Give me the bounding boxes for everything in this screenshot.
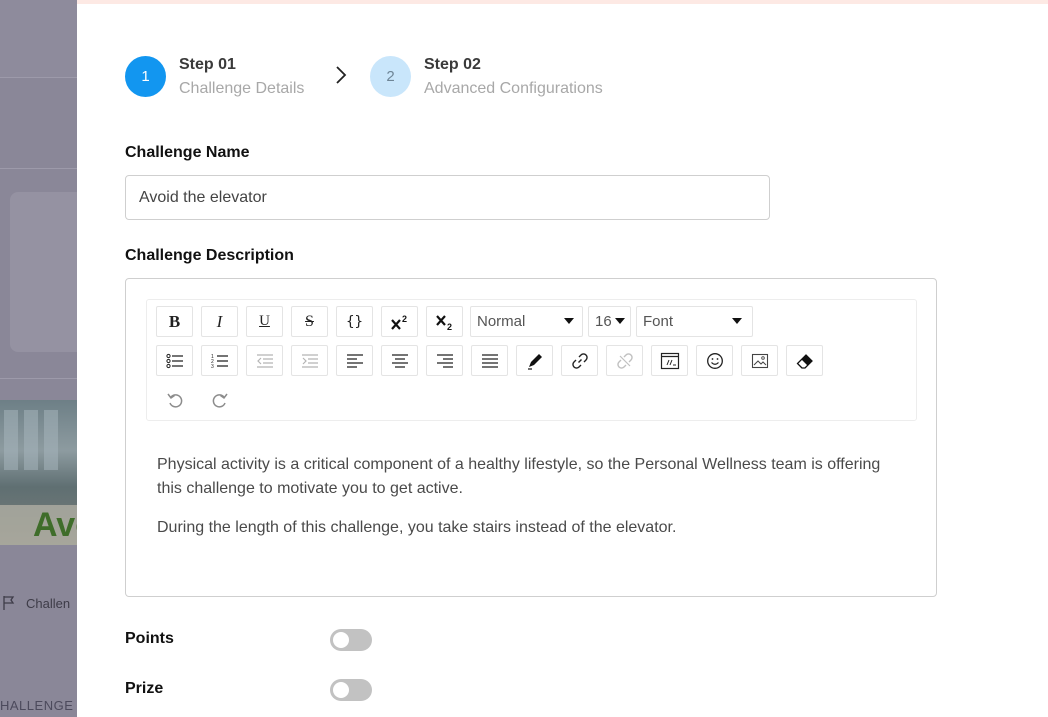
editor-content-area[interactable]: Physical activity is a critical componen…	[157, 453, 907, 555]
align-justify-button[interactable]	[471, 345, 508, 376]
create-challenge-panel: 1 Step 01 Challenge Details 2 Step 02 Ad…	[77, 0, 1048, 717]
flag-icon	[3, 596, 15, 610]
step-2-title: Step 02	[424, 56, 481, 73]
background-section-header: HALLENGE	[0, 698, 74, 713]
caret-down-icon	[564, 318, 574, 324]
prize-toggle[interactable]	[330, 679, 372, 701]
step-1-indicator[interactable]: 1	[125, 56, 166, 97]
italic-button[interactable]: I	[201, 306, 238, 337]
points-toggle[interactable]	[330, 629, 372, 651]
align-right-button[interactable]	[426, 345, 463, 376]
panel-top-border	[77, 0, 1048, 4]
rich-text-editor: B I U S {} 2 2 Normal 16 Font 1 2 3 Phys…	[125, 278, 937, 597]
undo-button[interactable]	[156, 384, 193, 415]
background-divider	[0, 378, 77, 379]
prize-label: Prize	[125, 680, 164, 697]
font-family-select[interactable]: Font	[636, 306, 753, 337]
smiley-icon	[706, 352, 723, 369]
step-2-indicator[interactable]: 2	[370, 56, 411, 97]
clear-formatting-button[interactable]	[786, 345, 823, 376]
outdent-button[interactable]	[246, 345, 283, 376]
font-size-select[interactable]: 16	[588, 306, 631, 337]
step-1-title: Step 01	[179, 56, 236, 73]
description-paragraph: Physical activity is a critical componen…	[157, 456, 881, 497]
unlink-icon	[616, 352, 633, 369]
numbered-list-icon: 1 2 3	[211, 354, 228, 369]
embed-code-button[interactable]	[651, 345, 688, 376]
code-block-icon	[660, 352, 679, 369]
svg-text:3: 3	[211, 364, 214, 369]
insert-link-button[interactable]	[561, 345, 598, 376]
eraser-icon	[796, 353, 813, 369]
numbered-list-button[interactable]: 1 2 3	[201, 345, 238, 376]
caret-down-icon	[615, 318, 625, 324]
align-justify-icon	[481, 353, 498, 368]
undo-icon	[166, 393, 182, 408]
align-center-icon	[391, 353, 408, 368]
indent-icon	[301, 353, 318, 368]
align-left-icon	[346, 353, 363, 368]
challenge-description-label: Challenge Description	[125, 247, 294, 264]
underline-button[interactable]: U	[246, 306, 283, 337]
format-select-value: Normal	[477, 313, 526, 330]
outdent-icon	[256, 353, 273, 368]
background-divider	[0, 77, 77, 78]
align-right-icon	[436, 353, 453, 368]
redo-icon	[212, 393, 228, 408]
indent-button[interactable]	[291, 345, 328, 376]
font-size-select-value: 16	[595, 313, 612, 330]
unlink-button[interactable]	[606, 345, 643, 376]
description-paragraph: During the length of this challenge, you…	[157, 519, 677, 536]
svg-text:2: 2	[447, 322, 452, 331]
link-icon	[571, 352, 588, 369]
background-card	[10, 192, 77, 352]
editor-toolbar: B I U S {} 2 2 Normal 16 Font 1 2 3	[146, 299, 917, 421]
background-page: Avo Challen HALLENGE	[0, 0, 77, 717]
pencil-icon	[527, 353, 542, 370]
step-2-subtitle: Advanced Configurations	[424, 80, 603, 97]
background-divider	[0, 168, 77, 169]
redo-button[interactable]	[201, 384, 238, 415]
insert-image-button[interactable]	[741, 345, 778, 376]
subscript-button[interactable]: 2	[426, 306, 463, 337]
subscript-icon: 2	[435, 314, 452, 331]
step-1-subtitle: Challenge Details	[179, 80, 305, 97]
emoji-button[interactable]	[696, 345, 733, 376]
background-header	[0, 0, 77, 77]
superscript-icon: 2	[390, 314, 407, 330]
text-color-button[interactable]	[516, 345, 553, 376]
format-select[interactable]: Normal	[470, 306, 583, 337]
chevron-right-icon	[336, 66, 347, 84]
bullet-list-button[interactable]	[156, 345, 193, 376]
challenge-name-input[interactable]: Avoid the elevator	[125, 175, 770, 220]
superscript-button[interactable]: 2	[381, 306, 418, 337]
code-button[interactable]: {}	[336, 306, 373, 337]
align-left-button[interactable]	[336, 345, 373, 376]
strikethrough-button[interactable]: S	[291, 306, 328, 337]
font-family-select-value: Font	[643, 313, 674, 330]
bullet-list-icon	[165, 353, 183, 368]
points-label: Points	[125, 630, 174, 647]
bold-button[interactable]: B	[156, 306, 193, 337]
background-challenge-image: Avo	[0, 400, 77, 545]
svg-text:2: 2	[402, 314, 407, 324]
challenge-name-label: Challenge Name	[125, 144, 250, 161]
align-center-button[interactable]	[381, 345, 418, 376]
caret-down-icon	[732, 318, 742, 324]
image-icon	[751, 353, 768, 368]
background-image-text: Avo	[33, 506, 77, 544]
background-challenge-link: Challen	[26, 596, 71, 611]
